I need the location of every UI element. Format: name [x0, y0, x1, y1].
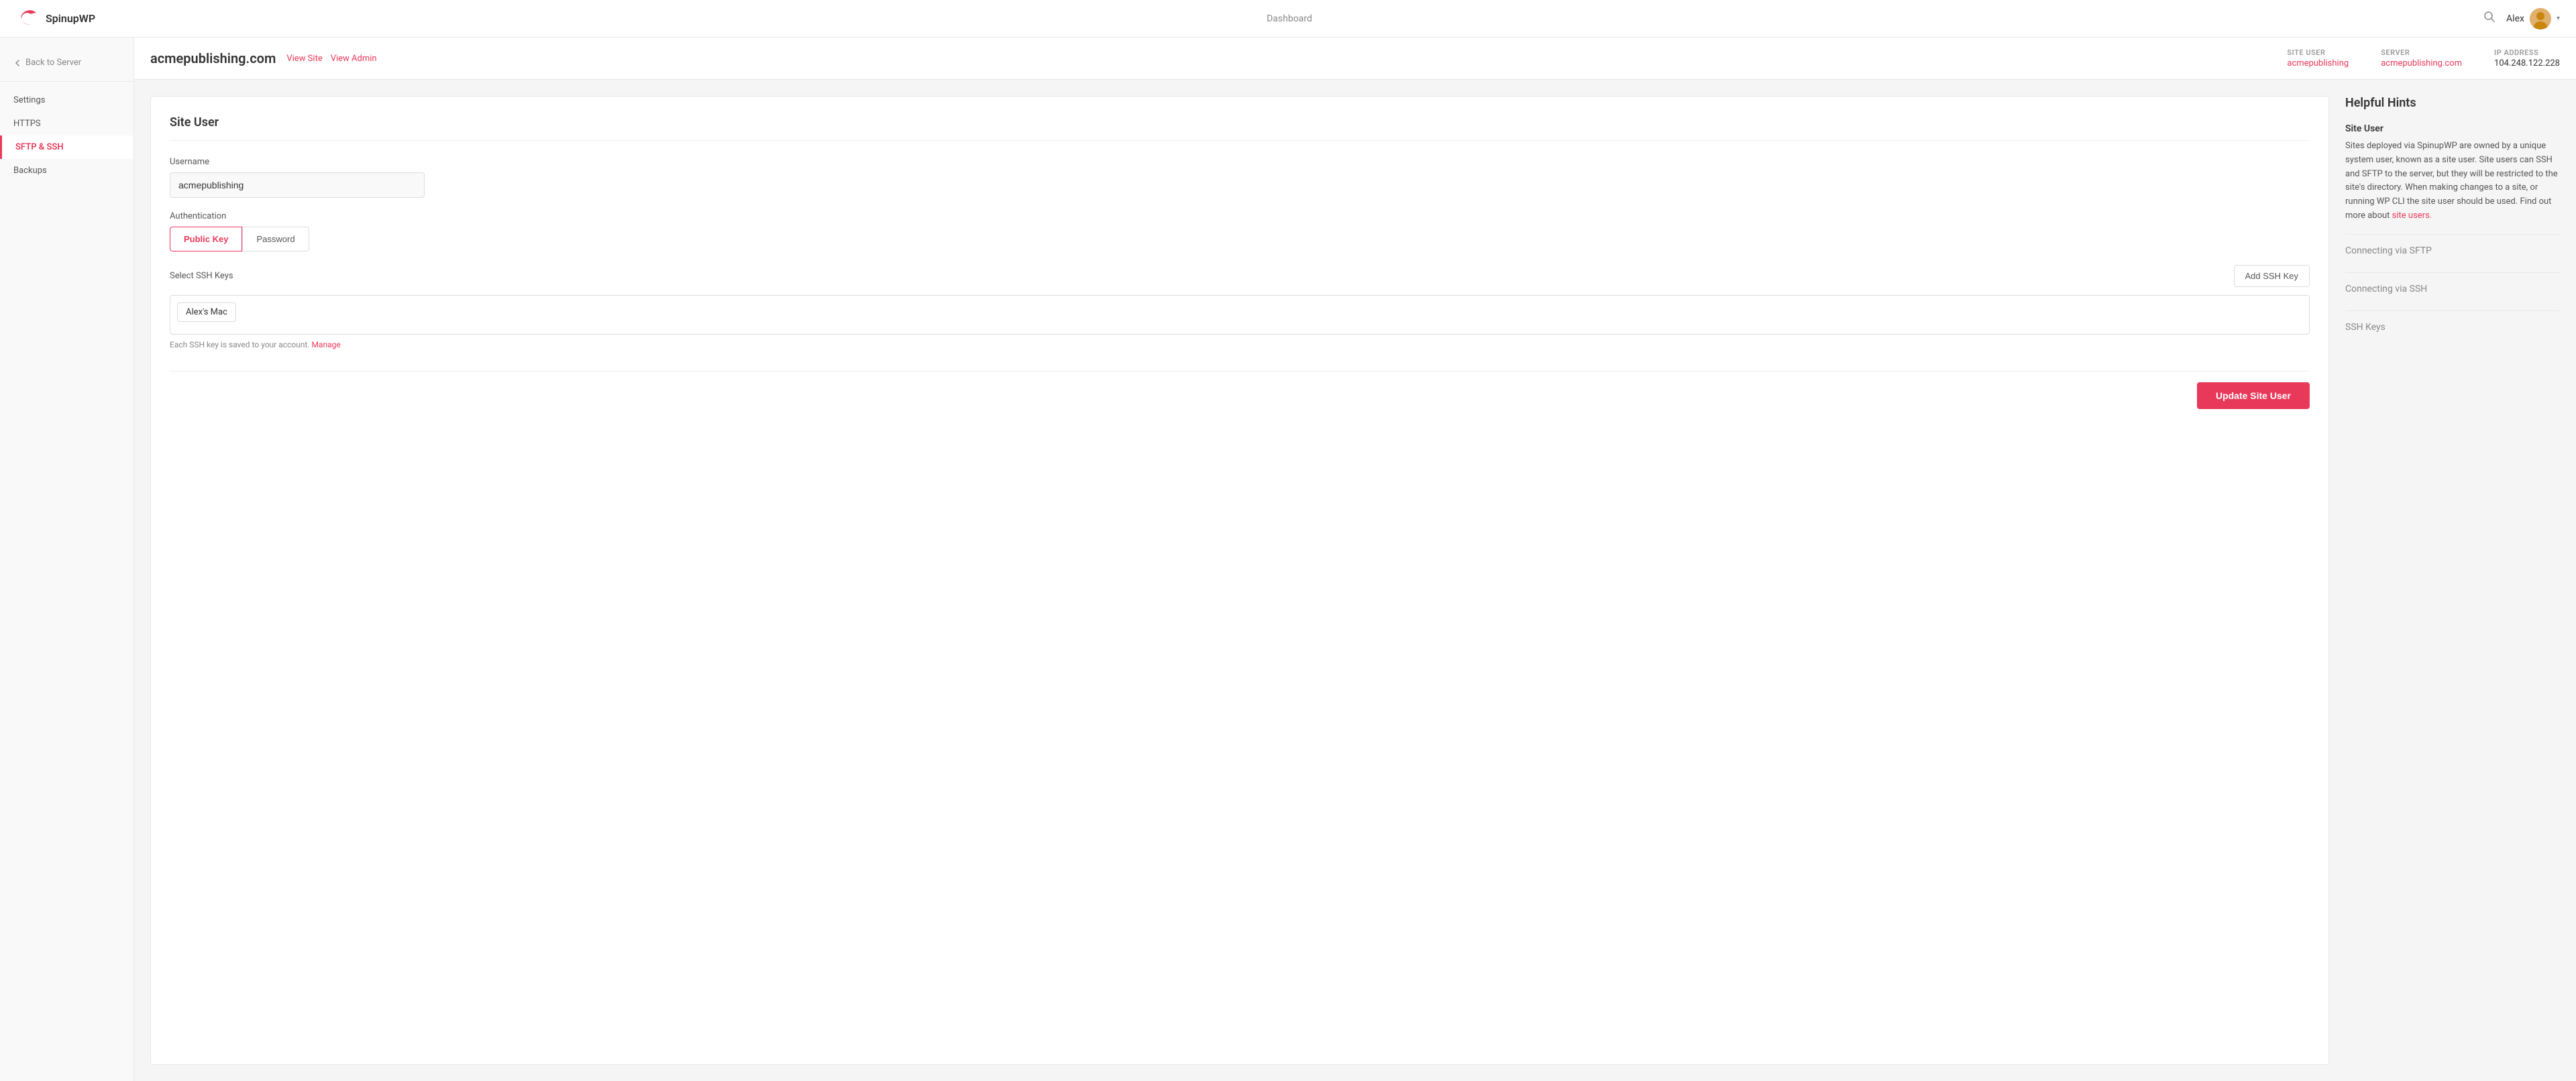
- top-nav: SpinupWP Dashboard Alex ▾: [0, 0, 2576, 38]
- main-content: acmepublishing.com View Site View Admin …: [134, 38, 2576, 1081]
- username-label: Username: [170, 157, 2310, 167]
- meta-ip: IP ADDRESS 104.248.122.228: [2494, 48, 2560, 68]
- ssh-keys-header: Select SSH Keys Add SSH Key: [170, 265, 2310, 287]
- username-input[interactable]: [170, 172, 425, 198]
- sidebar-item-settings[interactable]: Settings: [0, 89, 133, 112]
- hint-section-title-ssh[interactable]: Connecting via SSH: [2345, 284, 2560, 294]
- auth-label: Authentication: [170, 211, 2310, 221]
- hint-section-ssh-keys: SSH Keys: [2345, 322, 2560, 349]
- site-header-left: acmepublishing.com View Site View Admin: [150, 50, 377, 66]
- card-title: Site User: [170, 115, 2310, 141]
- hint-section-ssh: Connecting via SSH: [2345, 284, 2560, 311]
- sidebar-divider: [0, 81, 133, 82]
- content-area: Site User Username Authentication Public…: [134, 80, 2576, 1081]
- ip-value: 104.248.122.228: [2494, 58, 2560, 68]
- site-header: acmepublishing.com View Site View Admin …: [134, 38, 2576, 80]
- hints-panel: Helpful Hints Site User Sites deployed v…: [2345, 96, 2560, 1065]
- search-button[interactable]: [2483, 11, 2496, 26]
- meta-site-user: SITE USER acmepublishing: [2287, 48, 2349, 68]
- server-value: acmepublishing.com: [2381, 58, 2462, 68]
- view-site-link[interactable]: View Site: [286, 54, 322, 64]
- sidebar: Back to Server Settings HTTPS SFTP & SSH…: [0, 38, 134, 1081]
- back-to-server-link[interactable]: Back to Server: [0, 51, 133, 74]
- update-site-user-button[interactable]: Update Site User: [2197, 382, 2310, 409]
- manage-ssh-keys-link[interactable]: Manage: [311, 340, 340, 349]
- site-user-card: Site User Username Authentication Public…: [150, 96, 2329, 1065]
- user-name: Alex: [2506, 13, 2524, 24]
- hints-title: Helpful Hints: [2345, 96, 2560, 110]
- hint-body-site-user: Sites deployed via SpinupWP are owned by…: [2345, 139, 2560, 223]
- site-header-right: SITE USER acmepublishing SERVER acmepubl…: [2287, 48, 2560, 68]
- add-ssh-key-button[interactable]: Add SSH Key: [2234, 265, 2310, 287]
- sidebar-item-sftp-ssh[interactable]: SFTP & SSH: [0, 135, 133, 159]
- auth-tab-password[interactable]: Password: [242, 227, 309, 251]
- logo[interactable]: SpinupWP: [16, 7, 95, 31]
- user-avatar: [2530, 8, 2551, 30]
- nav-right: Alex ▾: [2483, 8, 2560, 30]
- username-group: Username: [170, 157, 2310, 198]
- nav-dashboard[interactable]: Dashboard: [1267, 13, 1312, 24]
- hint-section-title-sftp[interactable]: Connecting via SFTP: [2345, 245, 2560, 256]
- site-title: acmepublishing.com: [150, 50, 276, 66]
- hint-section-sftp: Connecting via SFTP: [2345, 245, 2560, 273]
- hint-section-site-user: Site User Sites deployed via SpinupWP ar…: [2345, 123, 2560, 235]
- layout: Back to Server Settings HTTPS SFTP & SSH…: [0, 38, 2576, 1081]
- ssh-keys-label: Select SSH Keys: [170, 271, 233, 281]
- ssh-keys-group: Select SSH Keys Add SSH Key Alex's Mac E…: [170, 265, 2310, 349]
- logo-text: SpinupWP: [46, 12, 95, 25]
- auth-group: Authentication Public Key Password: [170, 211, 2310, 251]
- chevron-down-icon: ▾: [2557, 15, 2560, 22]
- user-menu[interactable]: Alex ▾: [2506, 8, 2560, 30]
- auth-tab-public-key[interactable]: Public Key: [170, 227, 242, 251]
- server-label: SERVER: [2381, 48, 2462, 57]
- site-links: View Site View Admin: [286, 54, 376, 64]
- hint-section-title-site-user[interactable]: Site User: [2345, 123, 2560, 134]
- site-user-label: SITE USER: [2287, 48, 2349, 57]
- ip-label: IP ADDRESS: [2494, 48, 2560, 57]
- ssh-key-item[interactable]: Alex's Mac: [177, 302, 236, 322]
- ssh-keys-note: Each SSH key is saved to your account. M…: [170, 340, 2310, 349]
- site-users-link[interactable]: site users.: [2392, 211, 2432, 221]
- view-admin-link[interactable]: View Admin: [331, 54, 377, 64]
- sidebar-item-https[interactable]: HTTPS: [0, 112, 133, 135]
- auth-tabs: Public Key Password: [170, 227, 2310, 251]
- ssh-keys-container: Alex's Mac: [170, 295, 2310, 335]
- update-btn-row: Update Site User: [170, 371, 2310, 409]
- hint-section-title-ssh-keys[interactable]: SSH Keys: [2345, 322, 2560, 333]
- meta-server: SERVER acmepublishing.com: [2381, 48, 2462, 68]
- sidebar-item-backups[interactable]: Backups: [0, 159, 133, 182]
- site-user-value: acmepublishing: [2287, 58, 2349, 68]
